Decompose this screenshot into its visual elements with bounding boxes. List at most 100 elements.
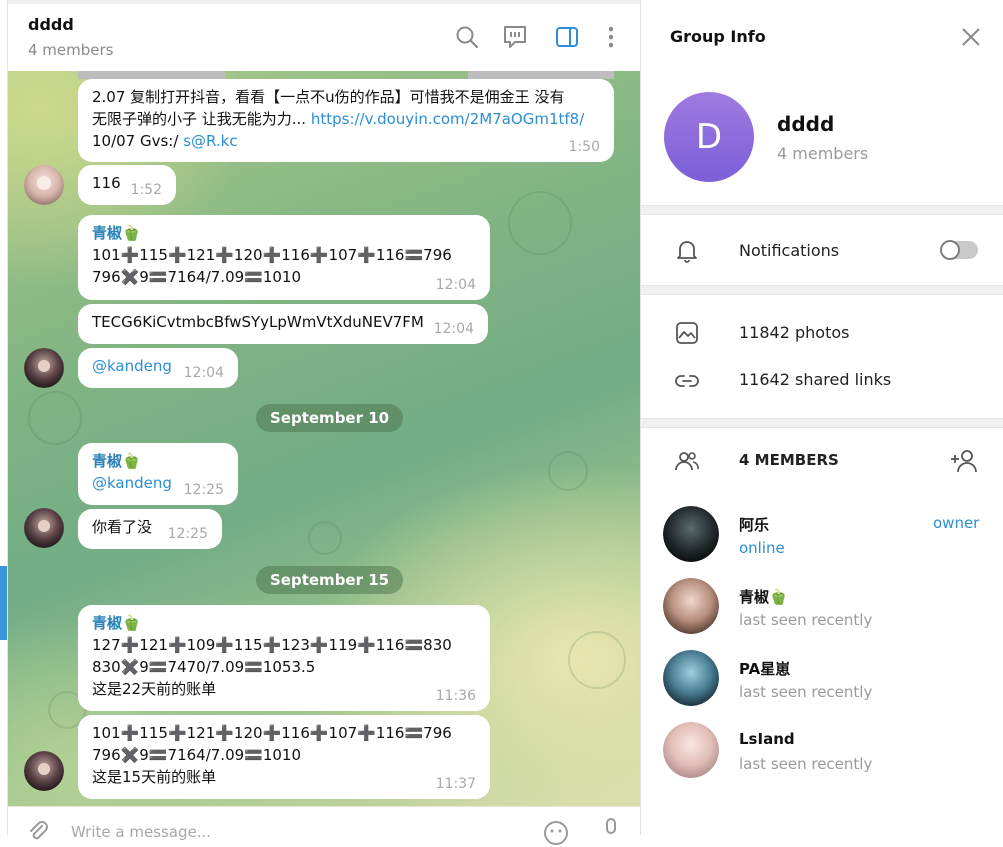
avatar[interactable] — [24, 165, 64, 209]
section-divider — [641, 285, 1003, 295]
message-bubble[interactable]: 青椒🫑 127➕121➕109➕115➕123➕119➕116🟰830 830✖… — [78, 605, 490, 711]
chat-area: dddd 4 members 2.07 复制打开抖音，看看【一点不u伤的作品】可… — [7, 0, 640, 845]
message-bubble[interactable]: 你看了没 12:25 — [78, 509, 222, 549]
message-time: 12:04 — [433, 321, 474, 337]
shared-links-count[interactable]: 11642 shared links — [739, 370, 891, 389]
wallpaper-doodle — [548, 451, 588, 491]
media-preview[interactable] — [78, 71, 226, 79]
message-time: 12:04 — [183, 365, 224, 381]
emoji-icon[interactable] — [542, 819, 570, 847]
message-bubble[interactable]: 101➕115➕121➕120➕116➕107➕116🟰796 796✖️9🟰7… — [78, 715, 490, 799]
message-bubble[interactable]: TECG6KiCvtmbcBfwSYyLpWmVtXduNEV7FM 12:04 — [78, 304, 488, 344]
section-divider — [641, 418, 1003, 428]
member-avatar[interactable] — [663, 578, 719, 634]
close-icon[interactable] — [960, 26, 982, 48]
chat-header[interactable]: dddd 4 members — [8, 0, 640, 71]
microphone-icon[interactable] — [600, 817, 622, 845]
chat-title[interactable]: dddd — [28, 15, 74, 34]
avatar[interactable] — [24, 751, 64, 795]
message-time: 12:25 — [167, 526, 208, 542]
message-time: 12:25 — [183, 482, 224, 498]
more-icon[interactable] — [598, 24, 624, 50]
topics-icon[interactable] — [502, 24, 528, 50]
message-bubble[interactable]: 青椒🫑 @kandeng 12:25 — [78, 443, 238, 505]
sender-name[interactable]: 青椒🫑 — [92, 450, 224, 472]
message-text: 116 — [92, 174, 121, 192]
group-avatar[interactable]: D — [664, 92, 754, 182]
wallpaper-doodle — [308, 521, 342, 555]
notifications-label: Notifications — [739, 241, 840, 260]
date-separator: September 15 — [256, 566, 404, 594]
message-time: 11:36 — [435, 688, 476, 704]
member-status: last seen recently — [739, 611, 873, 629]
message-time: 1:52 — [130, 182, 162, 198]
group-info-panel: Group Info D dddd 4 members Notification… — [640, 0, 1003, 835]
message-text: 101➕115➕121➕120➕116➕107➕116🟰796 — [92, 246, 452, 264]
message-link[interactable]: https://v.douyin.com/2M7aOGm1tf8/ — [311, 110, 584, 128]
message-text: 2.07 复制打开抖音，看看【一点不u伤的作品】可惜我不是佣金王 没有 — [92, 88, 565, 106]
add-member-icon[interactable] — [950, 448, 980, 474]
sender-name[interactable]: 青椒🫑 — [92, 612, 476, 634]
notifications-toggle[interactable] — [940, 240, 978, 260]
left-edge-accent — [0, 566, 7, 640]
wallpaper-doodle — [28, 391, 82, 445]
member-name: LsIand — [739, 730, 795, 748]
member-status: last seen recently — [739, 755, 873, 773]
message-text: 无限子弹的小子 让我无能为力... https://v.douyin.com/2… — [92, 110, 585, 128]
wallpaper-doodle — [508, 191, 572, 255]
message-text: 796✖️9🟰7164/7.09🟰1010 — [92, 268, 302, 286]
panel-title: Group Info — [670, 27, 766, 46]
message-text: TECG6KiCvtmbcBfwSYyLpWmVtXduNEV7FM — [92, 313, 424, 331]
group-name: dddd — [777, 112, 835, 136]
message-text: 这是15天前的账单 — [92, 768, 217, 786]
sender-name[interactable]: 青椒🫑 — [92, 222, 476, 244]
chat-members-count: 4 members — [28, 41, 114, 59]
media-preview[interactable] — [468, 71, 614, 79]
member-avatar[interactable] — [663, 722, 719, 778]
message-bubble[interactable]: 青椒🫑 101➕115➕121➕120➕116➕107➕116🟰796 796✖… — [78, 215, 490, 300]
member-name: 阿乐 — [739, 516, 770, 534]
member-status: online — [739, 539, 785, 557]
date-separator: September 10 — [256, 404, 404, 432]
message-text: 830✖️9🟰7470/7.09🟰1053.5 — [92, 658, 316, 676]
member-name: 青椒🫑 — [739, 588, 788, 606]
message-text: 127➕121➕109➕115➕123➕119➕116🟰830 — [92, 636, 452, 654]
toggle-knob — [940, 240, 960, 260]
message-composer[interactable]: Write a message... — [8, 806, 640, 845]
avatar[interactable] — [24, 508, 64, 552]
chat-pane: dddd 4 members 2.07 复制打开抖音，看看【一点不u伤的作品】可… — [0, 0, 640, 845]
member-avatar[interactable] — [663, 506, 719, 562]
search-icon[interactable] — [454, 24, 480, 50]
mention-link[interactable]: @kandeng — [92, 357, 172, 375]
section-divider — [641, 205, 1003, 215]
chat-background[interactable]: 2.07 复制打开抖音，看看【一点不u伤的作品】可惜我不是佣金王 没有 无限子弹… — [8, 71, 640, 806]
message-time: 1:50 — [568, 139, 600, 155]
photos-count[interactable]: 11842 photos — [739, 323, 849, 342]
message-time: 12:04 — [435, 277, 476, 293]
group-members-count: 4 members — [777, 144, 869, 163]
members-header: 4 MEMBERS — [739, 451, 839, 469]
member-name: PA星崽 — [739, 660, 791, 678]
message-bubble[interactable]: 116 1:52 — [78, 165, 176, 205]
attach-icon[interactable] — [26, 819, 50, 843]
message-text: 796✖️9🟰7164/7.09🟰1010 — [92, 746, 302, 764]
wallpaper-doodle — [568, 631, 626, 689]
link-icon — [675, 375, 699, 387]
members-icon — [675, 452, 699, 471]
message-link[interactable]: s@R.kc — [183, 132, 237, 150]
message-text: 10/07 Gvs:/ s@R.kc — [92, 132, 238, 150]
sidebar-toggle-icon[interactable] — [554, 24, 580, 50]
member-status: last seen recently — [739, 683, 873, 701]
message-text: 101➕115➕121➕120➕116➕107➕116🟰796 — [92, 724, 452, 742]
member-avatar[interactable] — [663, 650, 719, 706]
message-time: 11:37 — [435, 776, 476, 792]
bell-icon — [677, 241, 697, 263]
message-text: 你看了没 — [92, 518, 153, 536]
photo-icon — [676, 322, 698, 344]
avatar[interactable] — [24, 348, 64, 392]
owner-badge: owner — [933, 514, 980, 532]
message-input[interactable]: Write a message... — [71, 823, 211, 841]
message-bubble[interactable]: @kandeng 12:04 — [78, 348, 238, 388]
message-bubble[interactable]: 2.07 复制打开抖音，看看【一点不u伤的作品】可惜我不是佣金王 没有 无限子弹… — [78, 79, 614, 162]
message-text: 这是22天前的账单 — [92, 680, 217, 698]
